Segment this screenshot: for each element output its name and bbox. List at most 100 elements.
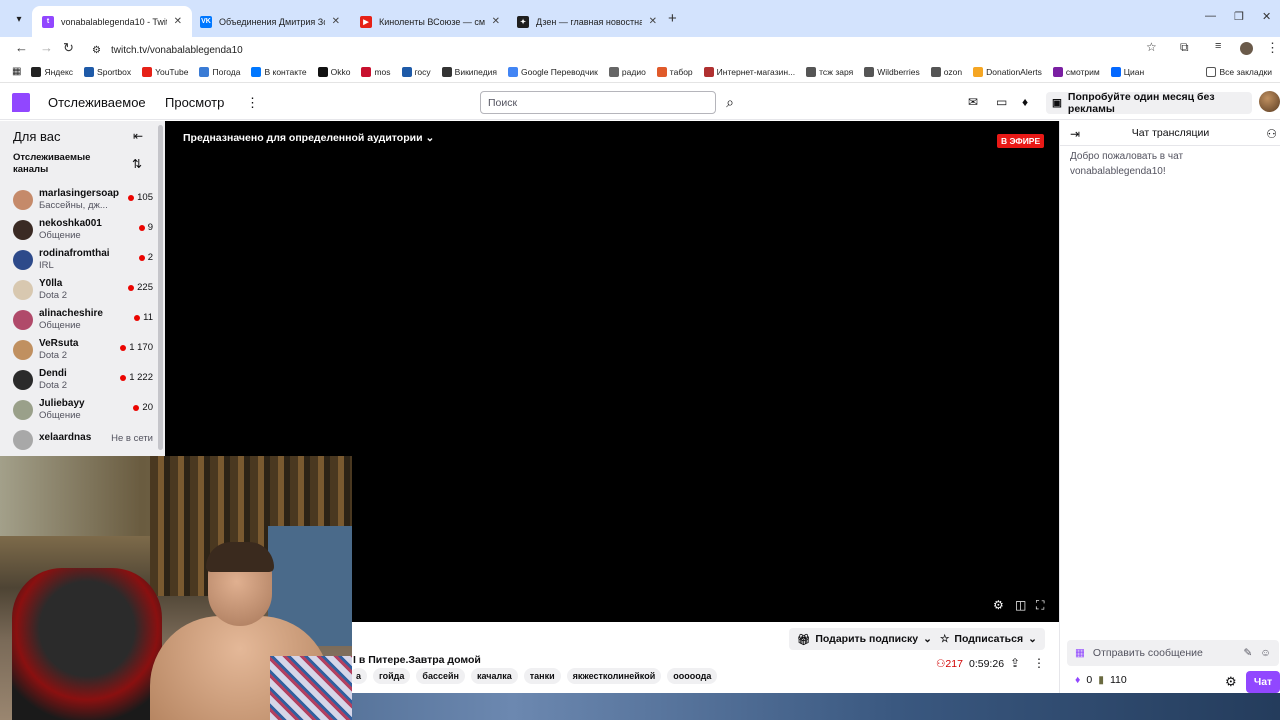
user-avatar[interactable] xyxy=(1259,91,1280,112)
browser-tab[interactable]: ▶ Киноленты ВСоюзе — смотре ✕ xyxy=(350,6,510,37)
channel-category: Dota 2 xyxy=(39,380,67,391)
bookmark-item[interactable]: DonationAlerts xyxy=(973,66,1042,77)
sidebar-channel[interactable]: alinacheshire Общение 11 xyxy=(13,306,153,336)
stream-tag[interactable]: качалка xyxy=(470,668,518,684)
browser-tab[interactable]: t vonabalablegenda10 - Twitch ✕ xyxy=(32,6,192,37)
channel-category: Dota 2 xyxy=(39,350,67,361)
back-icon[interactable]: ← xyxy=(15,40,28,55)
channel-points-icon[interactable]: ▮ xyxy=(1098,674,1104,686)
bookmark-item[interactable]: госу xyxy=(401,66,431,77)
points-row: ♦ 0 ▮ 110 xyxy=(1075,674,1127,686)
channel-viewers: 1 170 xyxy=(120,342,153,353)
close-tab-icon[interactable]: ✕ xyxy=(332,16,340,27)
bookmark-item[interactable]: радио xyxy=(608,66,646,77)
all-bookmarks[interactable]: Все закладки xyxy=(1206,66,1272,77)
follow-button[interactable]: ☆ Подписаться ⌄ xyxy=(932,628,1045,650)
share-icon[interactable]: ⇪ xyxy=(1010,656,1020,670)
sort-icon[interactable]: ⇅ xyxy=(132,157,142,171)
bookmark-item[interactable]: Google Переводчик xyxy=(508,66,598,77)
whispers-icon[interactable]: ▭ xyxy=(996,95,1007,109)
channel-name: rodinafromthai xyxy=(39,248,110,259)
inbox-icon[interactable]: ✉ xyxy=(968,95,978,109)
gift-sub-button[interactable]: 🎁︎ Подарить подписку ⌄ xyxy=(789,628,940,650)
bookmark-item[interactable]: Яндекс xyxy=(31,66,73,77)
bookmark-item[interactable]: Википедия xyxy=(441,66,497,77)
twitch-logo-icon[interactable] xyxy=(12,93,30,112)
bookmark-item[interactable]: Погода xyxy=(199,66,240,77)
collapse-chat-icon[interactable]: ⇥ xyxy=(1070,127,1080,141)
minimize-icon[interactable]: — xyxy=(1205,10,1216,22)
bookmark-item[interactable]: Интернет-магазин... xyxy=(703,66,795,77)
close-tab-icon[interactable]: ✕ xyxy=(174,16,182,27)
sidebar-channel[interactable]: nekoshka001 Общение 9 xyxy=(13,216,153,246)
search-input[interactable]: Поиск xyxy=(480,91,716,114)
chat-input[interactable]: ▦ Отправить сообщение ✎ ☺ xyxy=(1067,640,1279,666)
reload-icon[interactable]: ↻ xyxy=(63,40,74,56)
browser-menu-icon[interactable]: ⋮ xyxy=(1266,40,1279,56)
stream-tag[interactable]: а xyxy=(350,668,368,684)
bookmark-item[interactable]: тсж заря xyxy=(806,66,853,77)
close-tab-icon[interactable]: ✕ xyxy=(649,16,657,27)
fullscreen-icon[interactable]: ⛶ xyxy=(1036,598,1044,613)
close-tab-icon[interactable]: ✕ xyxy=(492,16,500,27)
sidebar-channel[interactable]: VeRsuta Dota 2 1 170 xyxy=(13,336,153,366)
tab-search-icon[interactable]: ▾ xyxy=(10,10,28,28)
new-tab-button[interactable]: + xyxy=(668,10,677,27)
emote-icon[interactable]: ☺ xyxy=(1260,647,1271,659)
profile-avatar[interactable] xyxy=(1240,42,1253,55)
url-field[interactable]: ⚙ twitch.tv/vonabalablegenda10 xyxy=(84,39,1174,61)
stream-tag[interactable]: бассейн xyxy=(416,668,465,684)
browser-tab[interactable]: VK Объединения Дмитрия Зорин ✕ xyxy=(190,6,350,37)
site-info-icon[interactable]: ⚙ xyxy=(92,45,101,56)
bookmark-item[interactable]: Wildberries xyxy=(864,66,920,77)
browser-tab[interactable]: ✦ Дзен — главная новостная ин ✕ xyxy=(507,6,667,37)
media-icon[interactable]: ≡ xyxy=(1215,40,1221,52)
bookmark-item[interactable]: В контакте xyxy=(251,66,307,77)
community-icon[interactable]: ⚇ xyxy=(1266,127,1277,141)
effects-icon[interactable]: ✎ xyxy=(1243,647,1252,659)
stream-tag[interactable]: ооооода xyxy=(667,668,718,684)
theatre-mode-icon[interactable]: ◫ xyxy=(1015,598,1026,612)
bits-icon[interactable]: ▦ xyxy=(1075,647,1085,659)
bookmark-item[interactable]: табор xyxy=(656,66,693,77)
stream-tag[interactable]: гойда xyxy=(373,668,411,684)
maximize-icon[interactable]: ❐ xyxy=(1234,10,1244,23)
chat-send-button[interactable]: Чат xyxy=(1246,671,1280,693)
settings-icon[interactable]: ⚙ xyxy=(993,598,1004,612)
sidebar-channel[interactable]: rodinafromthai IRL 2 xyxy=(13,246,153,276)
chat-settings-icon[interactable]: ⚙ xyxy=(1225,674,1237,690)
more-icon[interactable]: ⋮ xyxy=(246,95,259,111)
close-window-icon[interactable]: ✕ xyxy=(1262,10,1271,23)
sidebar-channel[interactable]: Dendi Dota 2 1 222 xyxy=(13,366,153,396)
stream-tag[interactable]: танки xyxy=(523,668,561,684)
nav-following[interactable]: Отслеживаемое xyxy=(48,95,146,110)
bookmark-favicon-icon xyxy=(441,66,452,77)
extensions-icon[interactable]: ⧉ xyxy=(1180,40,1189,55)
bookmark-star-icon[interactable]: ☆ xyxy=(1146,40,1157,54)
bookmark-item[interactable]: ozon xyxy=(930,66,962,77)
search-icon[interactable]: ⌕ xyxy=(718,91,742,114)
sidebar-scrollbar[interactable] xyxy=(158,125,163,450)
more-options-icon[interactable]: ⋮ xyxy=(1033,656,1045,670)
collapse-sidebar-icon[interactable]: ⇤ xyxy=(133,129,143,143)
crown-icon[interactable]: ♦ xyxy=(1022,95,1028,109)
forward-icon[interactable]: → xyxy=(40,40,53,55)
sidebar-channel[interactable]: marlasingersoap Бассейны, дж... 105 xyxy=(13,186,153,216)
bookmark-item[interactable]: mos xyxy=(361,66,391,77)
bookmark-item[interactable]: смотрим xyxy=(1052,66,1100,77)
sidebar-channel-offline[interactable]: xelaardnas Не в сети xyxy=(13,426,153,456)
mature-warning[interactable]: Предназначено для определенной аудитории… xyxy=(183,132,434,144)
bookmark-item[interactable]: YouTube xyxy=(142,66,188,77)
bits-balance-icon[interactable]: ♦ xyxy=(1075,674,1080,686)
bookmark-item[interactable]: Циан xyxy=(1110,66,1144,77)
bookmark-item[interactable]: Okko xyxy=(317,66,350,77)
nav-browse[interactable]: Просмотр xyxy=(165,95,224,110)
promo-button[interactable]: ▣ Попробуйте один месяц без рекламы xyxy=(1046,91,1252,115)
sidebar-channel[interactable]: Y0lla Dota 2 225 xyxy=(13,276,153,306)
apps-icon[interactable]: ▦ xyxy=(12,66,21,77)
bookmark-item[interactable]: Sportbox xyxy=(84,66,131,77)
stream-tag[interactable]: якжестколинейкой xyxy=(566,668,662,684)
sidebar-channel[interactable]: Juliebayy Общение 20 xyxy=(13,396,153,426)
channel-name: Dendi xyxy=(39,368,67,379)
channel-avatar xyxy=(13,400,33,420)
